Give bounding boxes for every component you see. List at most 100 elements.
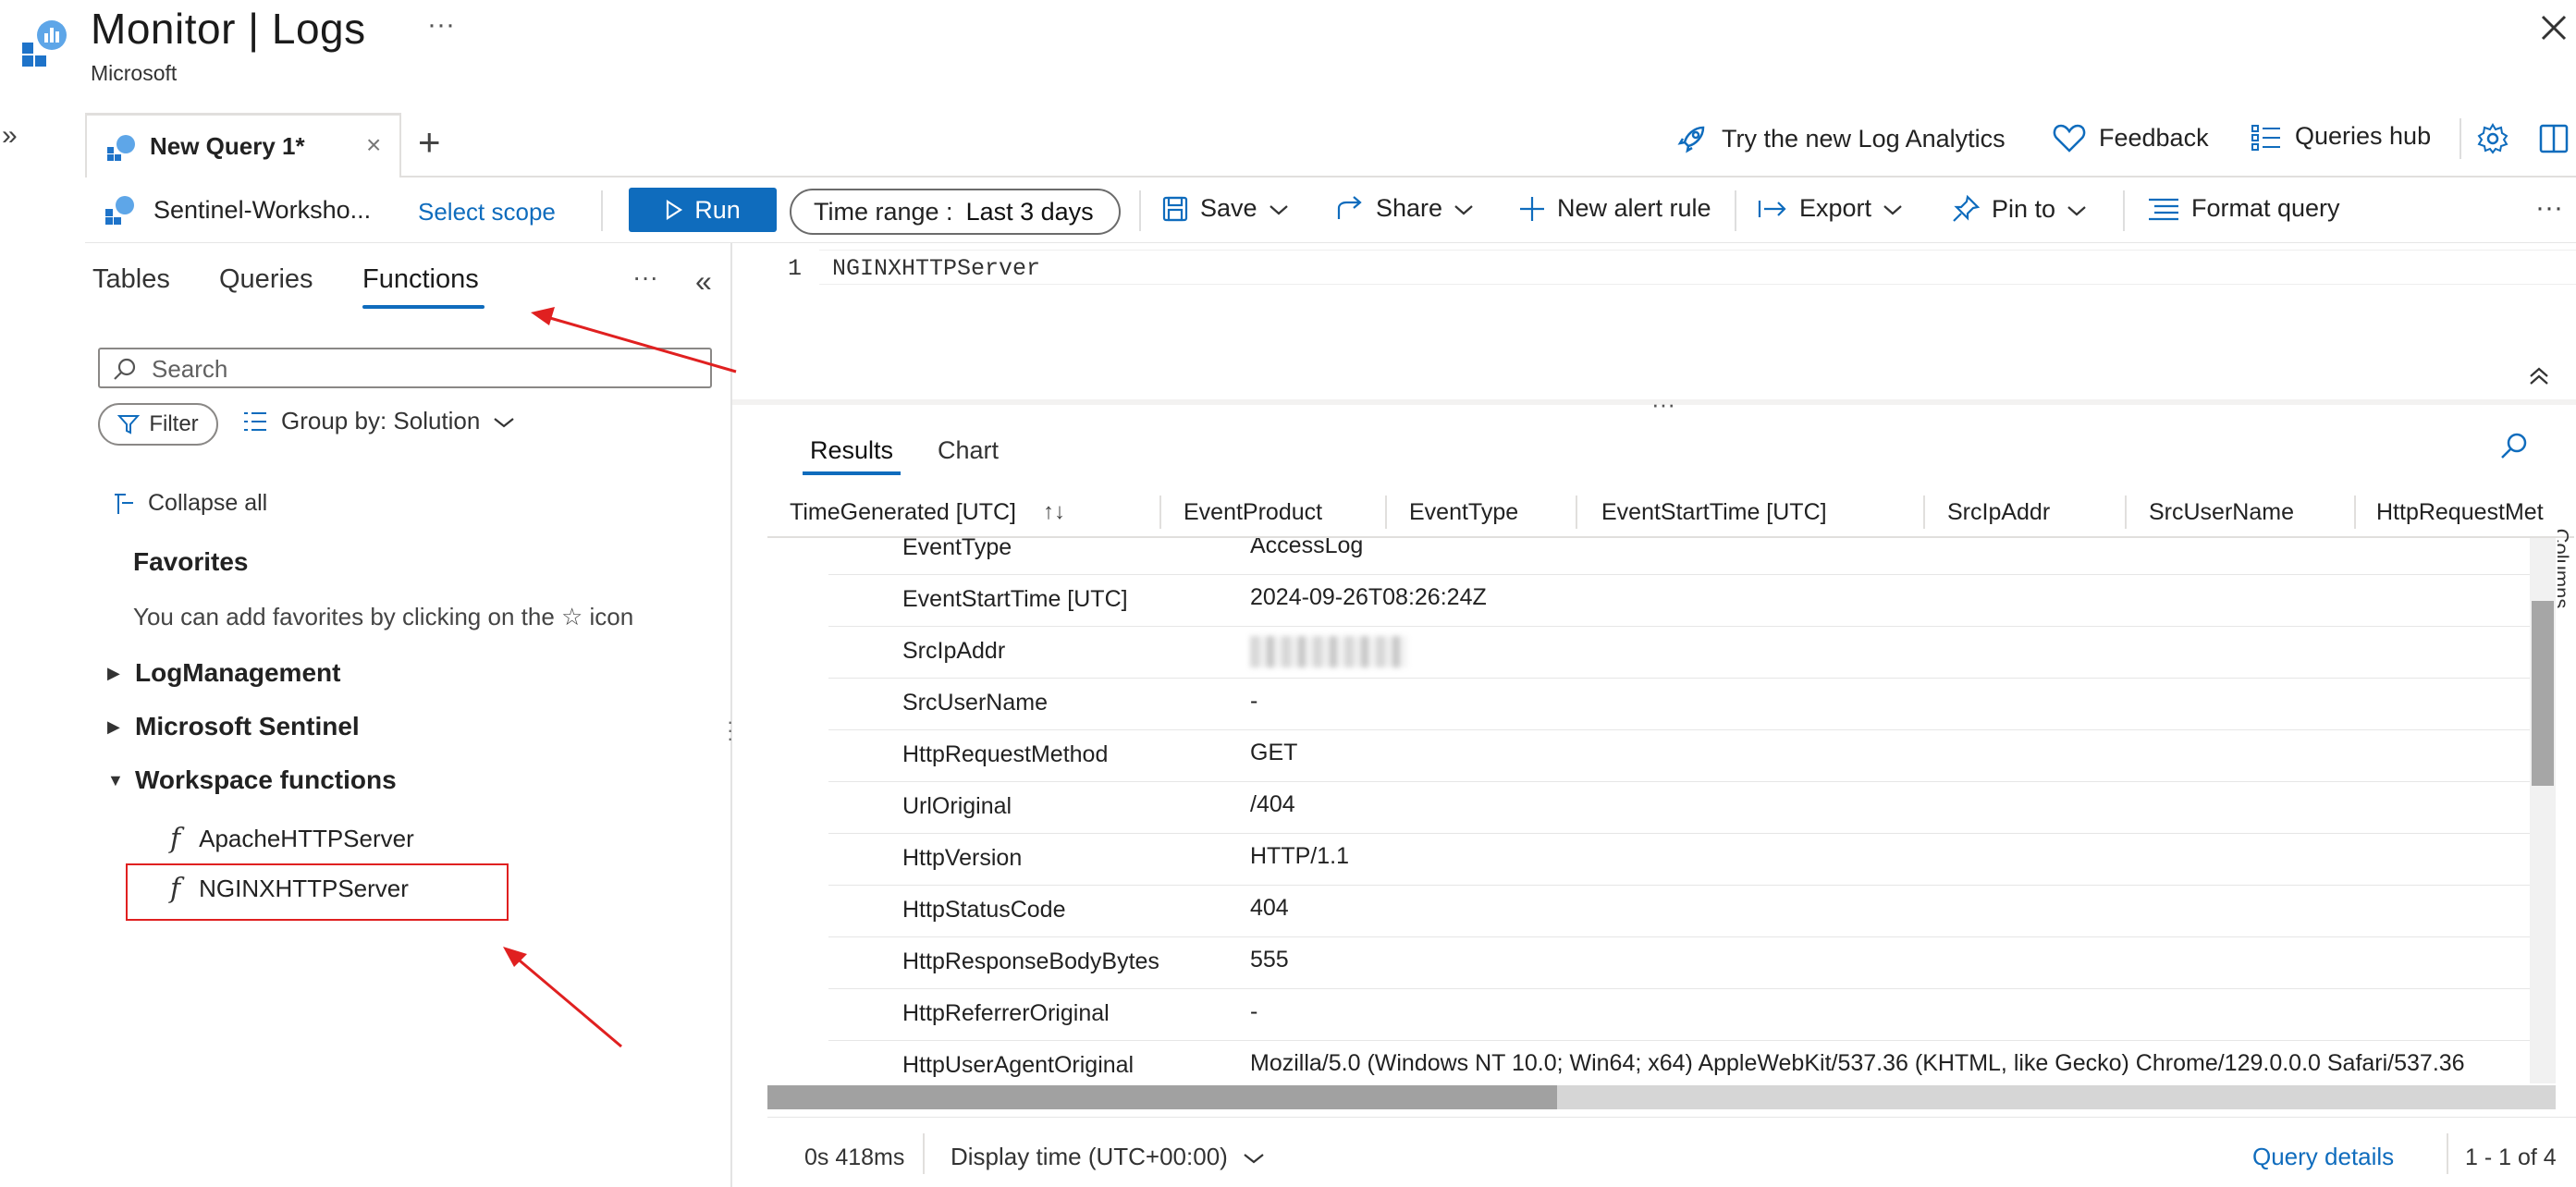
try-new-label: Try the new Log Analytics: [1722, 124, 2006, 153]
detail-row: EventType AccessLog: [828, 538, 2530, 575]
select-scope-link[interactable]: Select scope: [418, 198, 556, 226]
search-box[interactable]: [98, 348, 712, 388]
search-input[interactable]: [152, 355, 697, 383]
collapse-pane-icon[interactable]: «: [695, 264, 712, 299]
detail-key: SrcUserName: [902, 690, 1048, 716]
title-more-button[interactable]: ···: [427, 9, 455, 41]
detail-row: HttpStatusCode 404: [828, 886, 2530, 937]
group-by-dropdown[interactable]: Group by: Solution: [242, 407, 515, 435]
close-icon[interactable]: [2533, 7, 2574, 48]
splitter-grip-icon[interactable]: ···: [1651, 390, 1675, 419]
detail-key: HttpReferrerOriginal: [902, 1000, 1110, 1026]
add-tab-button[interactable]: +: [418, 120, 441, 165]
workspace-icon: [104, 194, 135, 226]
tab-new-query-1[interactable]: New Query 1* ×: [85, 113, 401, 177]
chevron-down-icon: [1243, 1143, 1265, 1171]
detail-value: 2024-09-26T08:26:24Z: [1250, 584, 1487, 610]
column-header-eventstarttime[interactable]: EventStartTime [UTC]: [1601, 499, 1827, 526]
detail-key: EventStartTime [UTC]: [902, 586, 1128, 612]
annotation-arrow-to-nginx-function: [503, 947, 622, 1048]
sort-icon[interactable]: ↑↓: [1043, 499, 1065, 525]
column-divider[interactable]: [2354, 496, 2356, 529]
detail-value: -: [1250, 688, 1258, 714]
time-range-picker[interactable]: Time range : Last 3 days: [790, 189, 1121, 235]
tab-tables[interactable]: Tables: [92, 264, 170, 295]
function-icon: f: [170, 823, 181, 855]
vertical-scrollbar-thumb[interactable]: [2532, 601, 2554, 786]
search-icon[interactable]: [2498, 431, 2530, 462]
close-tab-icon[interactable]: ×: [366, 130, 381, 160]
detail-value: AccessLog: [1250, 538, 1364, 558]
left-pane-more-button[interactable]: ···: [632, 263, 658, 292]
share-button[interactable]: Share: [1335, 194, 1474, 223]
detail-value-redacted: [1250, 636, 1407, 674]
new-alert-rule-button[interactable]: New alert rule: [1518, 194, 1711, 223]
new-alert-rule-label: New alert rule: [1557, 194, 1711, 222]
queries-hub-button[interactable]: Queries hub: [2251, 122, 2431, 151]
caret-down-icon: ▼: [107, 770, 124, 789]
column-divider[interactable]: [1923, 496, 1925, 529]
display-time-dropdown[interactable]: Display time (UTC+00:00): [951, 1143, 1265, 1171]
tab-chart[interactable]: Chart: [938, 436, 999, 465]
tab-queries[interactable]: Queries: [219, 264, 313, 295]
feedback-button[interactable]: Feedback: [2053, 122, 2209, 153]
book-icon[interactable]: [2537, 122, 2570, 155]
tab-results[interactable]: Results: [810, 436, 893, 465]
collapse-all-button[interactable]: Collapse all: [113, 490, 267, 517]
save-icon: [1162, 196, 1188, 221]
detail-key: EventType: [902, 538, 1012, 560]
share-icon: [1337, 195, 1362, 219]
chevron-down-icon: [2067, 195, 2087, 224]
query-details-link[interactable]: Query details: [2252, 1143, 2394, 1171]
tree-item-label: Microsoft Sentinel: [135, 712, 360, 740]
column-header-eventproduct[interactable]: EventProduct: [1184, 499, 1322, 526]
gear-icon[interactable]: [2476, 122, 2509, 155]
columns-side-panel[interactable]: Columns: [2558, 499, 2576, 629]
editor-line-number: 1: [788, 255, 803, 282]
tree-item-workspace-functions[interactable]: ▼ Workspace functions: [107, 765, 397, 795]
detail-value: GET: [1250, 740, 1298, 765]
column-header-timegenerated[interactable]: TimeGenerated [UTC]: [790, 499, 1016, 526]
column-divider[interactable]: [2125, 496, 2127, 529]
detail-key: HttpResponseBodyBytes: [902, 948, 1159, 974]
run-button[interactable]: Run: [629, 188, 777, 232]
collapse-editor-icon[interactable]: [2528, 364, 2550, 394]
column-divider[interactable]: [1576, 496, 1577, 529]
format-query-button[interactable]: Format query: [2147, 194, 2340, 223]
try-new-log-analytics-link[interactable]: Try the new Log Analytics: [1675, 122, 2006, 155]
query-editor[interactable]: NGINXHTTPServer: [832, 255, 1040, 282]
toolbar-more-button[interactable]: ···: [2535, 192, 2563, 224]
tree-item-logmanagement[interactable]: ▶ LogManagement: [107, 658, 340, 688]
detail-row: HttpVersion HTTP/1.1: [828, 834, 2530, 886]
export-icon: [1758, 200, 1786, 217]
divider: [1139, 190, 1141, 231]
pin-to-button[interactable]: Pin to: [1951, 194, 2087, 224]
format-query-label: Format query: [2191, 194, 2340, 222]
filter-button[interactable]: Filter: [98, 403, 218, 446]
time-range-value: Last 3 days: [965, 197, 1094, 226]
detail-key: HttpUserAgentOriginal: [902, 1052, 1135, 1078]
expand-menu-icon[interactable]: »: [2, 120, 18, 152]
tab-functions[interactable]: Functions: [362, 264, 479, 295]
time-range-label: Time range :: [814, 197, 953, 226]
column-divider[interactable]: [1159, 496, 1161, 529]
tree-item-microsoft-sentinel[interactable]: ▶ Microsoft Sentinel: [107, 712, 360, 741]
save-button[interactable]: Save: [1161, 194, 1289, 223]
detail-row: SrcUserName -: [828, 679, 2530, 730]
column-header-srcusername[interactable]: SrcUserName: [2149, 499, 2294, 526]
function-item-apache[interactable]: f ApacheHTTPServer: [170, 823, 414, 855]
detail-row: HttpUserAgentOriginal Mozilla/5.0 (Windo…: [828, 1041, 2530, 1083]
column-header-srcipaddr[interactable]: SrcIpAddr: [1947, 499, 2050, 526]
export-button[interactable]: Export: [1757, 194, 1903, 223]
column-divider[interactable]: [1385, 496, 1387, 529]
column-header-eventtype[interactable]: EventType: [1409, 499, 1518, 526]
log-query-icon: [105, 134, 137, 162]
detail-value: 555: [1250, 947, 1289, 973]
toolbar-border: [85, 242, 2576, 243]
horizontal-scrollbar-thumb[interactable]: [767, 1085, 1557, 1109]
run-label: Run: [694, 195, 741, 224]
splitter-grip-icon[interactable]: ···: [727, 712, 733, 749]
column-header-httprequestmethod[interactable]: HttpRequestMet: [2376, 499, 2544, 526]
detail-key: HttpRequestMethod: [902, 741, 1109, 767]
favorites-heading: Favorites: [133, 547, 249, 576]
